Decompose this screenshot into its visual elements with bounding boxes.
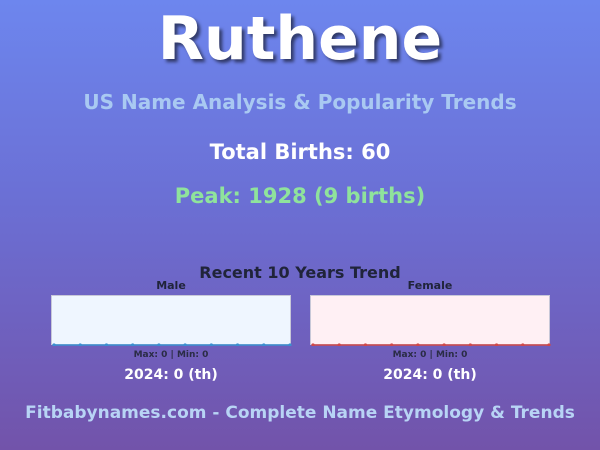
female-max-min: Max: 0 | Min: 0 xyxy=(392,350,468,360)
female-trend-point xyxy=(521,343,525,346)
male-trend-point xyxy=(262,343,266,346)
male-trend-point xyxy=(209,343,213,346)
male-trend-chart xyxy=(51,295,292,346)
footer-credit: Fitbabynames.com - Complete Name Etymolo… xyxy=(25,403,575,423)
female-trend-point xyxy=(547,343,551,346)
male-trend-point xyxy=(78,343,82,346)
female-trend-point xyxy=(363,343,368,346)
female-trend-point xyxy=(337,343,341,346)
total-births: Total Births: 60 xyxy=(209,140,391,164)
male-trend-point xyxy=(235,343,240,346)
male-chart-label: Male xyxy=(156,279,186,292)
male-trend-point xyxy=(288,343,292,346)
female-trend-point xyxy=(494,343,499,346)
male-rank: 2024: 0 (th) xyxy=(124,367,218,383)
male-trend-point xyxy=(183,343,187,346)
male-max-min: Max: 0 | Min: 0 xyxy=(133,350,209,360)
page-title: Ruthene xyxy=(157,4,443,74)
peak-year: Peak: 1928 (9 births) xyxy=(174,184,426,208)
female-trend-point xyxy=(416,343,420,346)
female-rank: 2024: 0 (th) xyxy=(383,367,477,383)
female-trend-point xyxy=(311,343,315,346)
female-trend-point xyxy=(442,343,446,346)
female-chart-label: Female xyxy=(407,279,453,292)
female-trend-chart xyxy=(310,295,551,346)
male-trend-plot xyxy=(52,343,292,346)
male-trend-point xyxy=(131,343,135,346)
male-trend-point xyxy=(157,343,161,346)
page-subtitle: US Name Analysis & Popularity Trends xyxy=(83,90,517,114)
male-trend-point xyxy=(104,343,109,346)
female-trend-point xyxy=(468,343,472,346)
female-trend-point xyxy=(390,343,394,346)
male-trend-point xyxy=(52,343,56,346)
female-trend-plot xyxy=(311,343,551,346)
